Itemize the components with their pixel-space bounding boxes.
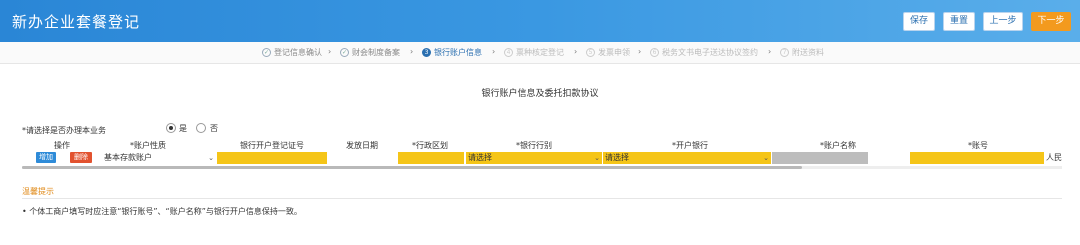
col-header-account-no: *账号 xyxy=(968,141,988,150)
bank-value: 请选择 xyxy=(605,153,629,162)
check-icon: ✓ xyxy=(262,48,271,57)
col-header-op: 操作 xyxy=(54,141,70,150)
step-arrow-icon: › xyxy=(574,47,578,56)
account-no-input[interactable] xyxy=(910,152,1044,164)
notice-text: • 个体工商户填写时应注意“银行账号”、“账户名称”与银行开户信息保持一致。 xyxy=(22,207,302,216)
step-label: 发票申领 xyxy=(598,48,630,57)
license-no-input[interactable] xyxy=(217,152,327,164)
step-arrow-icon: › xyxy=(328,47,332,56)
col-header-account-type: *账户性质 xyxy=(130,141,166,150)
step-4[interactable]: 4 票种核定登记 xyxy=(504,47,564,58)
chevron-down-icon: ⌄ xyxy=(208,154,214,162)
bank-select[interactable]: 请选择 ⌄ xyxy=(603,152,771,164)
app-header: 新办企业套餐登记 保存 重置 上一步 下一步 xyxy=(0,0,1080,42)
next-step-button[interactable]: 下一步 xyxy=(1031,12,1071,31)
scrollbar-thumb[interactable] xyxy=(22,166,802,169)
app-title: 新办企业套餐登记 xyxy=(12,13,141,31)
step-3[interactable]: 3 银行账户信息 xyxy=(422,47,482,58)
save-button[interactable]: 保存 xyxy=(903,12,935,31)
bank-category-value: 请选择 xyxy=(468,153,492,162)
step-arrow-icon: › xyxy=(410,47,414,56)
col-header-issue-date: 发放日期 xyxy=(346,141,378,150)
account-type-value: 基本存款账户 xyxy=(104,153,152,162)
delete-row-button[interactable]: 删除 xyxy=(70,152,92,163)
chevron-down-icon: ⌄ xyxy=(594,154,600,162)
step-arrow-icon: › xyxy=(492,47,496,56)
step-5[interactable]: 5 发票申领 xyxy=(586,47,630,58)
step-1[interactable]: ✓ 登记信息确认 xyxy=(262,47,322,58)
step-number-icon: 6 xyxy=(650,48,659,57)
business-question-label: *请选择是否办理本业务 xyxy=(22,126,106,135)
step-2[interactable]: ✓ 财会制度备案 xyxy=(340,47,400,58)
step-label: 银行账户信息 xyxy=(434,48,482,57)
issue-date-input[interactable] xyxy=(330,152,394,164)
step-label: 财会制度备案 xyxy=(352,48,400,57)
radio-yes[interactable] xyxy=(166,123,176,133)
notice-title: 温馨提示 xyxy=(22,187,54,196)
district-input[interactable] xyxy=(398,152,464,164)
currency-value: 人民 xyxy=(1046,153,1062,162)
step-progress: ✓ 登记信息确认 › ✓ 财会制度备案 › 3 银行账户信息 › 4 票种核定登… xyxy=(0,42,1080,64)
col-header-license-no: 银行开户登记证号 xyxy=(240,141,304,150)
step-number-icon: 5 xyxy=(586,48,595,57)
col-header-district: *行政区划 xyxy=(412,141,448,150)
step-arrow-icon: › xyxy=(638,47,642,56)
step-label: 税务文书电子送达协议签约 xyxy=(662,48,758,57)
account-name-input[interactable] xyxy=(772,152,868,164)
chevron-down-icon: ⌄ xyxy=(763,154,769,162)
check-icon: ✓ xyxy=(340,48,349,57)
account-type-select[interactable]: 基本存款账户 ⌄ xyxy=(104,152,214,164)
step-number-icon: 7 xyxy=(780,48,789,57)
section-title: 银行账户信息及委托扣款协议 xyxy=(481,89,599,99)
col-header-bank-category: *银行行别 xyxy=(516,141,552,150)
reset-button[interactable]: 重置 xyxy=(943,12,975,31)
radio-no-label: 否 xyxy=(210,124,218,133)
notice-divider xyxy=(22,198,1062,199)
step-label: 票种核定登记 xyxy=(516,48,564,57)
step-6[interactable]: 6 税务文书电子送达协议签约 xyxy=(650,47,758,58)
radio-yes-label: 是 xyxy=(179,124,187,133)
step-label: 附送资料 xyxy=(792,48,824,57)
step-label: 登记信息确认 xyxy=(274,48,322,57)
radio-no[interactable] xyxy=(196,123,206,133)
add-row-button[interactable]: 增加 xyxy=(36,152,56,163)
col-header-account-name: *账户名称 xyxy=(820,141,856,150)
bank-category-select[interactable]: 请选择 ⌄ xyxy=(466,152,602,164)
prev-step-button[interactable]: 上一步 xyxy=(983,12,1023,31)
step-arrow-icon: › xyxy=(768,47,772,56)
step-number-icon: 4 xyxy=(504,48,513,57)
col-header-bank: *开户银行 xyxy=(672,141,708,150)
step-number-icon: 3 xyxy=(422,48,431,57)
step-7[interactable]: 7 附送资料 xyxy=(780,47,824,58)
